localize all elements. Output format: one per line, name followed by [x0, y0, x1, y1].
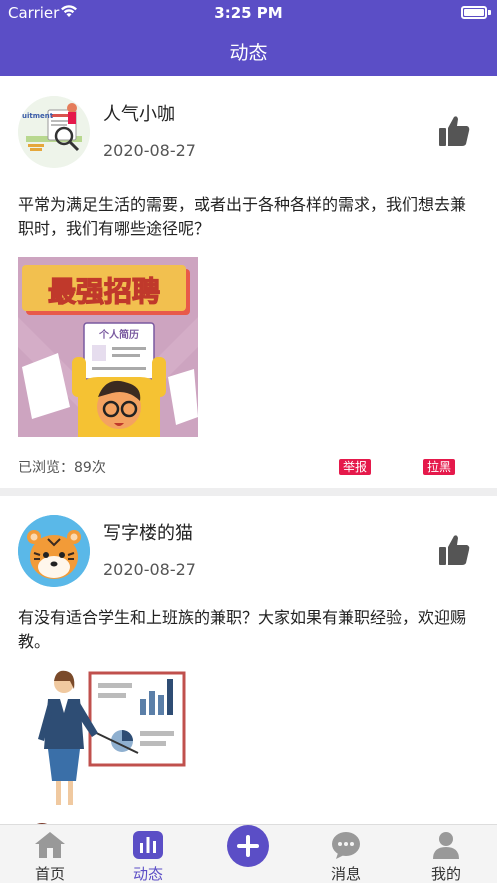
- home-icon: [35, 832, 65, 858]
- add-post-button[interactable]: [227, 825, 269, 867]
- tab-messages[interactable]: 消息: [306, 825, 386, 883]
- post-card[interactable]: 写字楼的猫 2020-08-27 有没有适合学生和上班族的兼职？大家如果有兼职经…: [0, 496, 497, 824]
- thumbs-up-icon[interactable]: [437, 114, 471, 148]
- post-image[interactable]: [18, 669, 198, 824]
- poster-title: 最强招聘: [48, 275, 160, 308]
- thumbs-up-icon[interactable]: [437, 533, 471, 567]
- report-button[interactable]: 举报: [339, 459, 372, 475]
- recruitment-avatar-art: uitment: [18, 96, 90, 168]
- avatar[interactable]: uitment: [18, 96, 90, 168]
- presentation-image: [18, 669, 198, 824]
- tab-feed-label: 动态: [132, 865, 163, 883]
- post-card[interactable]: uitment 人气小咖 2020-08-27 平常为满足生活的需要，或者出于各…: [0, 76, 497, 496]
- post-content: 平常为满足生活的需要，或者出于各种各样的需求，我们想去兼职时，我们有哪些途径呢？: [18, 195, 467, 238]
- tab-messages-label: 消息: [330, 865, 361, 883]
- chat-bubble-icon: [332, 832, 360, 859]
- battery-icon: [461, 6, 487, 19]
- avatar[interactable]: [18, 515, 90, 587]
- post-username[interactable]: 写字楼的猫: [103, 519, 193, 545]
- user-icon: [433, 832, 459, 859]
- tab-home-label: 首页: [34, 865, 65, 883]
- tab-home[interactable]: 首页: [10, 825, 90, 883]
- page-title: 动态: [229, 42, 268, 64]
- tiger-avatar-art: [18, 515, 90, 587]
- block-button[interactable]: 拉黑: [423, 459, 456, 475]
- status-bar: Carrier 3:25 PM: [0, 0, 497, 26]
- post-date: 2020-08-27: [103, 141, 196, 160]
- navigation-bar: Carrier 3:25 PM 动态: [0, 0, 497, 76]
- tab-bar: 首页 动态 消息 我的: [0, 824, 497, 883]
- avatar-text: uitment: [22, 112, 54, 120]
- post-date: 2020-08-27: [103, 560, 196, 579]
- tab-mine-label: 我的: [430, 865, 461, 883]
- clock: 3:25 PM: [214, 4, 283, 22]
- tab-feed[interactable]: 动态: [108, 825, 188, 883]
- post-username[interactable]: 人气小咖: [103, 100, 175, 126]
- battery-tip: [488, 10, 491, 15]
- bar-chart-icon: [133, 831, 163, 859]
- poster-subtitle: 个人简历: [98, 328, 139, 341]
- feed-list[interactable]: uitment 人气小咖 2020-08-27 平常为满足生活的需要，或者出于各…: [0, 76, 497, 824]
- tab-mine[interactable]: 我的: [406, 825, 486, 883]
- view-count: 已浏览：89次: [18, 460, 106, 476]
- post-content: 有没有适合学生和上班族的兼职？大家如果有兼职经验，欢迎赐教。: [18, 608, 467, 651]
- post-image[interactable]: 最强招聘 个人简历: [18, 257, 198, 437]
- recruitment-poster-image: 最强招聘 个人简历: [18, 257, 198, 437]
